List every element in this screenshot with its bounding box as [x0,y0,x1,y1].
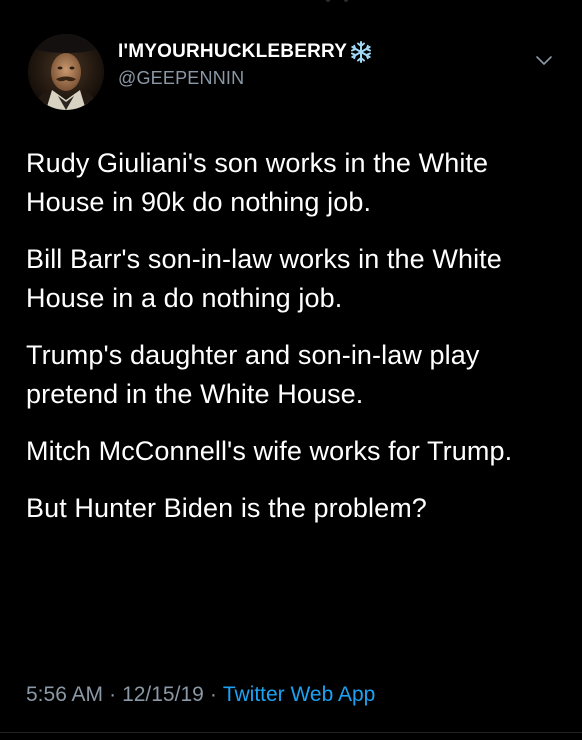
snowflake-icon [349,40,373,64]
tweet-time[interactable]: 5:56 AM [26,683,103,706]
tweet-paragraph: Trump's daughter and son-in-law play pre… [26,340,480,409]
source-app-link[interactable]: Twitter Web App [223,683,376,706]
tweet-paragraph: But Hunter Biden is the problem? [26,493,427,523]
tweet-paragraph: Bill Barr's son-in-law works in the Whit… [26,244,502,313]
chevron-down-icon[interactable] [532,48,556,72]
author-handle[interactable]: @GEEPENNIN [118,68,373,89]
separator: · [209,683,217,706]
author-names: I'MYOURHUCKLEBERRY @GEEPENNIN [118,40,373,89]
separator: · [109,683,117,706]
avatar-image [28,34,104,110]
divider [0,732,582,733]
tweet-text: Rudy Giuliani's son works in the White H… [26,144,566,546]
tweet-header: I'MYOURHUCKLEBERRY @GEEPENNIN [28,34,558,114]
display-name-row: I'MYOURHUCKLEBERRY [118,40,373,64]
tweet-metadata: 5:56 AM · 12/15/19 · Twitter Web App [26,683,375,707]
avatar[interactable] [28,34,104,110]
tweet-paragraph: Rudy Giuliani's son works in the White H… [26,148,489,217]
tweet-paragraph: Mitch McConnell's wife works for Trump. [26,436,513,466]
display-name[interactable]: I'MYOURHUCKLEBERRY [118,41,347,63]
top-edge-remnant [0,0,582,6]
tweet-date[interactable]: 12/15/19 [122,683,204,706]
